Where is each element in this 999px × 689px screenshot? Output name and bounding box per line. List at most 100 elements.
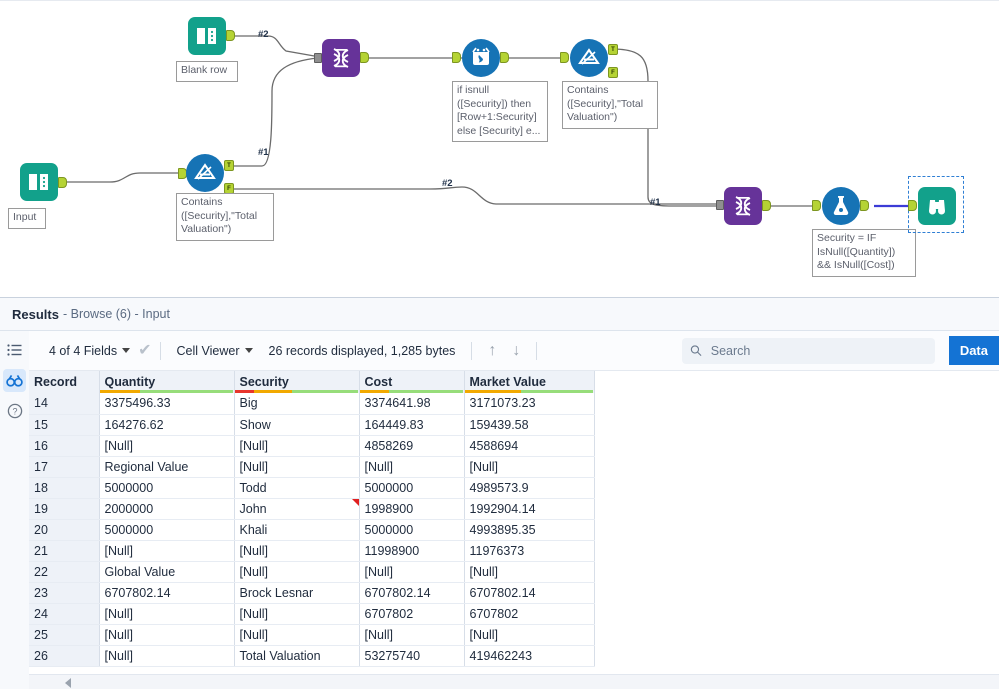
cell-security[interactable]: [Null]: [234, 456, 360, 478]
node-formula[interactable]: [822, 187, 860, 225]
port-filter2-true[interactable]: T: [608, 44, 618, 55]
table-row[interactable]: 20 5000000 Khali 5000000 4993895.35: [29, 519, 595, 541]
cell-security[interactable]: Show: [234, 414, 360, 436]
table-row[interactable]: 22 Global Value [Null] [Null] [Null]: [29, 561, 595, 583]
cell-record[interactable]: 24: [29, 603, 100, 625]
cell-quantity[interactable]: 5000000: [99, 519, 235, 541]
port-multirow-input[interactable]: [452, 52, 461, 63]
cell-cost[interactable]: [Null]: [359, 456, 465, 478]
cell-quantity[interactable]: 5000000: [99, 477, 235, 499]
cell-record[interactable]: 16: [29, 435, 100, 457]
port-browse-input[interactable]: [908, 200, 917, 211]
cell-viewer-dropdown[interactable]: Cell Viewer: [169, 344, 261, 358]
table-row[interactable]: 19 2000000 John 1998900 1992904.14: [29, 498, 595, 520]
node-input[interactable]: [20, 163, 58, 201]
cell-quantity[interactable]: Global Value: [99, 561, 235, 583]
table-row[interactable]: 15 164276.62 Show 164449.83 159439.58: [29, 414, 595, 436]
scroll-left-arrow-icon[interactable]: [65, 677, 71, 688]
browse-binoculars-icon[interactable]: [3, 369, 26, 392]
node-multirow-formula[interactable]: [462, 39, 500, 77]
search-input[interactable]: [708, 342, 927, 359]
cell-quantity[interactable]: 2000000: [99, 498, 235, 520]
port-multirow-output[interactable]: [500, 52, 509, 63]
cell-record[interactable]: 21: [29, 540, 100, 562]
cell-cost[interactable]: 53275740: [359, 645, 465, 667]
cell-market-value[interactable]: 4989573.9: [464, 477, 595, 499]
cell-record[interactable]: 14: [29, 393, 100, 415]
cell-quantity[interactable]: 6707802.14: [99, 582, 235, 604]
results-grid[interactable]: Record Quantity Security Cost Market Val…: [29, 371, 999, 674]
col-header-security[interactable]: Security: [234, 371, 360, 393]
cell-market-value[interactable]: 6707802.14: [464, 582, 595, 604]
cell-security[interactable]: Todd: [234, 477, 360, 499]
node-blank-row[interactable]: [188, 17, 226, 55]
table-row[interactable]: 23 6707802.14 Brock Lesnar 6707802.14 670780…: [29, 582, 595, 604]
col-header-quantity[interactable]: Quantity: [99, 371, 235, 393]
node-filter-1[interactable]: [186, 154, 224, 192]
col-header-record[interactable]: Record: [29, 371, 100, 393]
cell-market-value[interactable]: 11976373: [464, 540, 595, 562]
cell-cost[interactable]: 4858269: [359, 435, 465, 457]
cell-cost[interactable]: [Null]: [359, 624, 465, 646]
table-row[interactable]: 18 5000000 Todd 5000000 4989573.9: [29, 477, 595, 499]
cell-market-value[interactable]: [Null]: [464, 456, 595, 478]
cell-quantity[interactable]: [Null]: [99, 645, 235, 667]
horizontal-scrollbar[interactable]: [29, 674, 999, 689]
cell-security[interactable]: Khali: [234, 519, 360, 541]
cell-record[interactable]: 22: [29, 561, 100, 583]
cell-quantity[interactable]: [Null]: [99, 435, 235, 457]
cell-security[interactable]: [Null]: [234, 603, 360, 625]
cell-quantity[interactable]: Regional Value: [99, 456, 235, 478]
scroll-down-button[interactable]: ↓: [504, 342, 528, 360]
data-button[interactable]: Data: [948, 336, 999, 365]
cell-security[interactable]: [Null]: [234, 540, 360, 562]
cell-record[interactable]: 19: [29, 498, 100, 520]
table-row[interactable]: 21 [Null] [Null] 11998900 11976373: [29, 540, 595, 562]
table-row[interactable]: 26 [Null] Total Valuation 53275740 419462243: [29, 645, 595, 667]
cell-market-value[interactable]: 4588694: [464, 435, 595, 457]
cell-quantity[interactable]: [Null]: [99, 540, 235, 562]
port-input-output[interactable]: [58, 177, 67, 188]
table-row[interactable]: 16 [Null] [Null] 4858269 4588694: [29, 435, 595, 457]
cell-market-value[interactable]: 4993895.35: [464, 519, 595, 541]
table-row[interactable]: 24 [Null] [Null] 6707802 6707802: [29, 603, 595, 625]
cell-cost[interactable]: 5000000: [359, 519, 465, 541]
cell-cost[interactable]: 6707802.14: [359, 582, 465, 604]
cell-record[interactable]: 17: [29, 456, 100, 478]
cell-security[interactable]: John: [234, 498, 360, 520]
port-union2-input[interactable]: [716, 200, 724, 210]
port-union2-output[interactable]: [762, 200, 771, 211]
cell-cost[interactable]: 164449.83: [359, 414, 465, 436]
apply-check-icon[interactable]: ✔: [138, 342, 151, 359]
cell-market-value[interactable]: [Null]: [464, 561, 595, 583]
cell-record[interactable]: 20: [29, 519, 100, 541]
cell-market-value[interactable]: 1992904.14: [464, 498, 595, 520]
table-row[interactable]: 14 3375496.33 Big 3374641.98 3171073.23: [29, 393, 595, 415]
cell-security[interactable]: [Null]: [234, 435, 360, 457]
cell-market-value[interactable]: [Null]: [464, 624, 595, 646]
node-union-2[interactable]: [724, 187, 762, 225]
help-icon[interactable]: ?: [3, 399, 26, 422]
port-formula-output[interactable]: [860, 200, 869, 211]
scroll-up-button[interactable]: ↑: [480, 342, 504, 360]
cell-market-value[interactable]: 3171073.23: [464, 393, 595, 415]
search-container[interactable]: [681, 337, 935, 364]
cell-quantity[interactable]: [Null]: [99, 603, 235, 625]
cell-cost[interactable]: 1998900: [359, 498, 465, 520]
cell-record[interactable]: 26: [29, 645, 100, 667]
fields-dropdown[interactable]: 4 of 4 Fields: [41, 344, 138, 358]
cell-quantity[interactable]: 164276.62: [99, 414, 235, 436]
port-formula-input[interactable]: [812, 200, 821, 211]
port-union1-input[interactable]: [314, 53, 322, 63]
cell-cost[interactable]: 6707802: [359, 603, 465, 625]
cell-quantity[interactable]: [Null]: [99, 624, 235, 646]
port-blank-row-output[interactable]: [226, 30, 235, 41]
cell-security[interactable]: Total Valuation: [234, 645, 360, 667]
cell-record[interactable]: 15: [29, 414, 100, 436]
cell-security[interactable]: Brock Lesnar: [234, 582, 360, 604]
cell-quantity[interactable]: 3375496.33: [99, 393, 235, 415]
port-filter2-false[interactable]: F: [608, 67, 618, 78]
cell-record[interactable]: 25: [29, 624, 100, 646]
node-filter-2[interactable]: [570, 39, 608, 77]
cell-security[interactable]: [Null]: [234, 561, 360, 583]
